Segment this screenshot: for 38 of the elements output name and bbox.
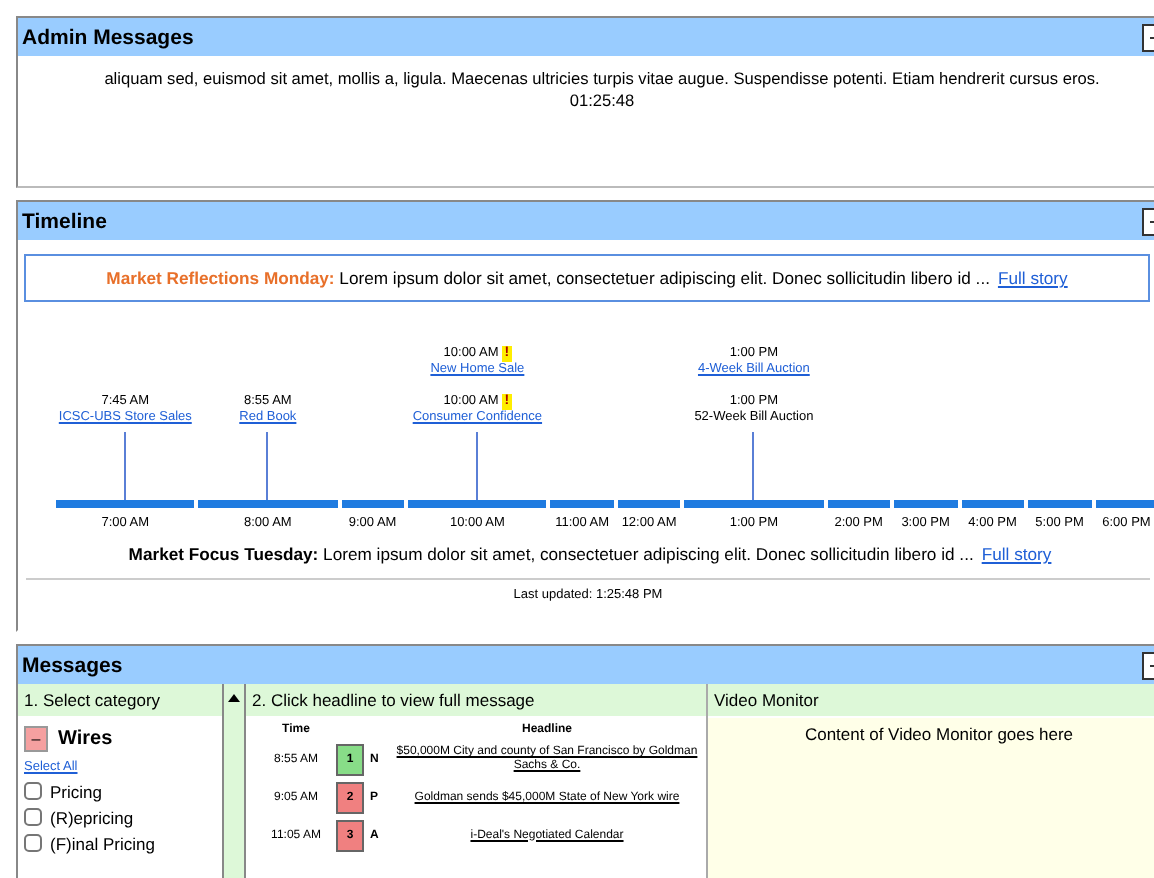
panel-title: Timeline [22, 209, 107, 233]
timeline-bar [894, 500, 958, 508]
event-marker-line [476, 432, 479, 500]
timeline-bar [341, 500, 405, 508]
event-marker-line [752, 432, 755, 500]
column-header: 1. Select category [18, 684, 222, 718]
panel-title: Messages [22, 653, 123, 677]
focus-text: Market Focus Tuesday: Lorem ipsum dolor sit amet, consectetuer adipiscing elit. Donec sollicitudin libero id ... [128, 544, 974, 564]
event-marker-line [124, 432, 127, 500]
full-story-link[interactable]: Full story [997, 268, 1068, 288]
timeline-bar [408, 500, 547, 508]
timeline-bar [1028, 500, 1092, 508]
timeline-bar [617, 500, 681, 508]
video-placeholder-text: Content of Video Monitor goes here [804, 724, 1074, 744]
checkbox-label: (F)inal Pricing [50, 833, 155, 853]
category-checkbox[interactable] [24, 782, 42, 800]
timeline-bar [827, 500, 891, 508]
collapse-button[interactable]: – [24, 726, 48, 752]
category-checkbox[interactable] [24, 834, 42, 852]
timeline-bar [961, 500, 1025, 508]
checkbox-label: (R)epricing [50, 807, 134, 827]
column-header: Video Monitor [708, 684, 1154, 718]
admin-message-text: 01:25:48 [567, 90, 637, 112]
panel-title: Admin Messages [22, 25, 194, 49]
category-checkbox[interactable] [24, 808, 42, 826]
full-story-link[interactable]: Full story [981, 544, 1052, 564]
admin-message-text: aliquam sed, euismod sit amet, mollis a, ligula. Maecenas ultricies turpis vitae augue. Suspendisse potenti. Etiam hendrerit cursus eros. [102, 68, 1102, 90]
timeline-bar [56, 500, 195, 508]
event-marker-line [266, 432, 269, 500]
scrollbar[interactable] [222, 684, 246, 878]
headline-text: Market Reflections Monday: Lorem ipsum dolor sit amet, consectetuer adipiscing elit. Donec sollicitudin libero id ... [106, 268, 990, 288]
column-header: 2. Click headline to view full message [246, 684, 706, 718]
checkbox-label: Pricing [50, 781, 102, 801]
timeline-bar [684, 500, 824, 508]
category-group: Wires [58, 728, 113, 750]
timeline-bar [198, 500, 338, 508]
timeline-bar [550, 500, 614, 508]
timeline-bar [1095, 500, 1154, 508]
